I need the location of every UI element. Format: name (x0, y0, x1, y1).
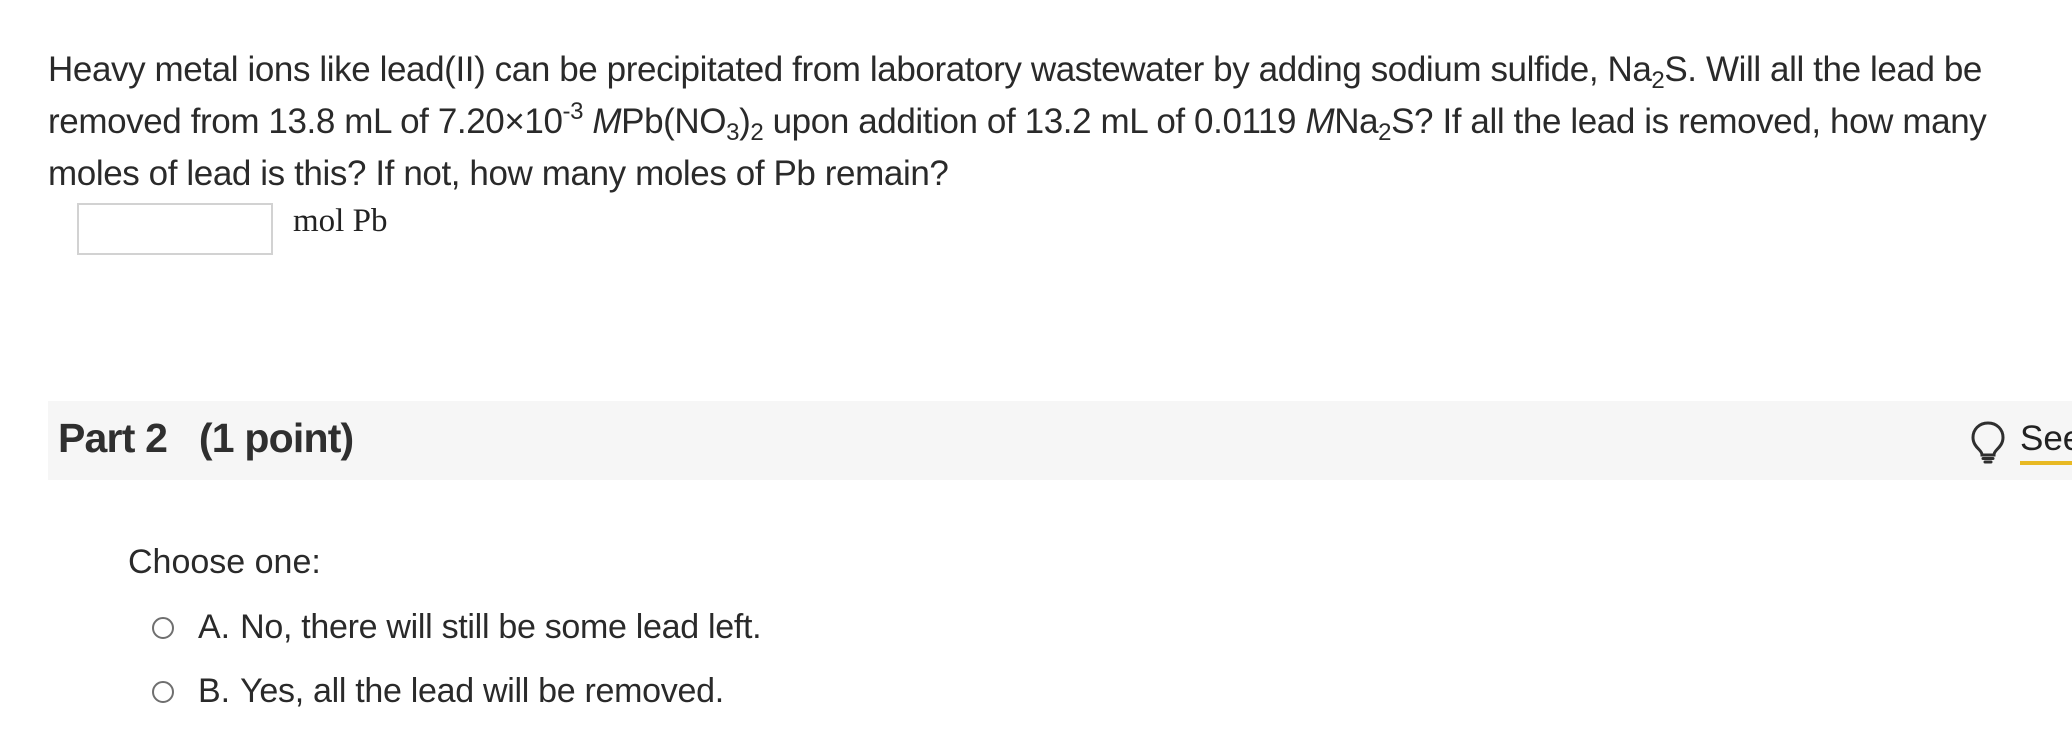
choose-one-label: Choose one: (128, 543, 321, 581)
question-text-part: Heavy metal ions like lead(II) can be pr… (48, 50, 1652, 89)
part-header: Part 2 (1 point) See (48, 401, 2072, 480)
unit-label: mol Pb (293, 202, 388, 239)
molarity-symbol: M (1305, 102, 1335, 141)
option-letter: A. (198, 608, 231, 646)
hint-link-group[interactable]: See (1970, 417, 2072, 467)
option-a[interactable]: A. No, there will still be some lead lef… (152, 608, 762, 647)
subscript: 3 (726, 119, 740, 146)
radio-button-a[interactable] (152, 616, 174, 639)
option-b[interactable]: B. Yes, all the lead will be removed. (152, 672, 724, 711)
option-text: No, there will still be some lead left. (240, 608, 762, 646)
question-text: Heavy metal ions like lead(II) can be pr… (48, 44, 2068, 200)
subscript: 2 (1651, 67, 1665, 94)
moles-answer-input[interactable] (77, 203, 273, 255)
molarity-symbol: M (592, 102, 622, 141)
question-text-part: Na (1334, 102, 1379, 141)
superscript: -3 (562, 98, 584, 125)
question-text-part: ) (739, 102, 751, 141)
part-title: Part 2 (1 point) (58, 415, 354, 461)
question-text-part: upon addition of 13.2 mL of 0.0119 (763, 102, 1306, 141)
answer-row: mol Pb (77, 201, 387, 257)
lightbulb-icon (1971, 421, 2005, 464)
hint-link[interactable]: See (2020, 419, 2072, 465)
subscript: 2 (1378, 119, 1392, 146)
option-letter: B. (198, 672, 231, 710)
subscript: 2 (750, 119, 764, 146)
question-text-part: Pb(NO (621, 102, 727, 141)
radio-button-b[interactable] (152, 680, 174, 703)
option-text: Yes, all the lead will be removed. (240, 672, 724, 710)
